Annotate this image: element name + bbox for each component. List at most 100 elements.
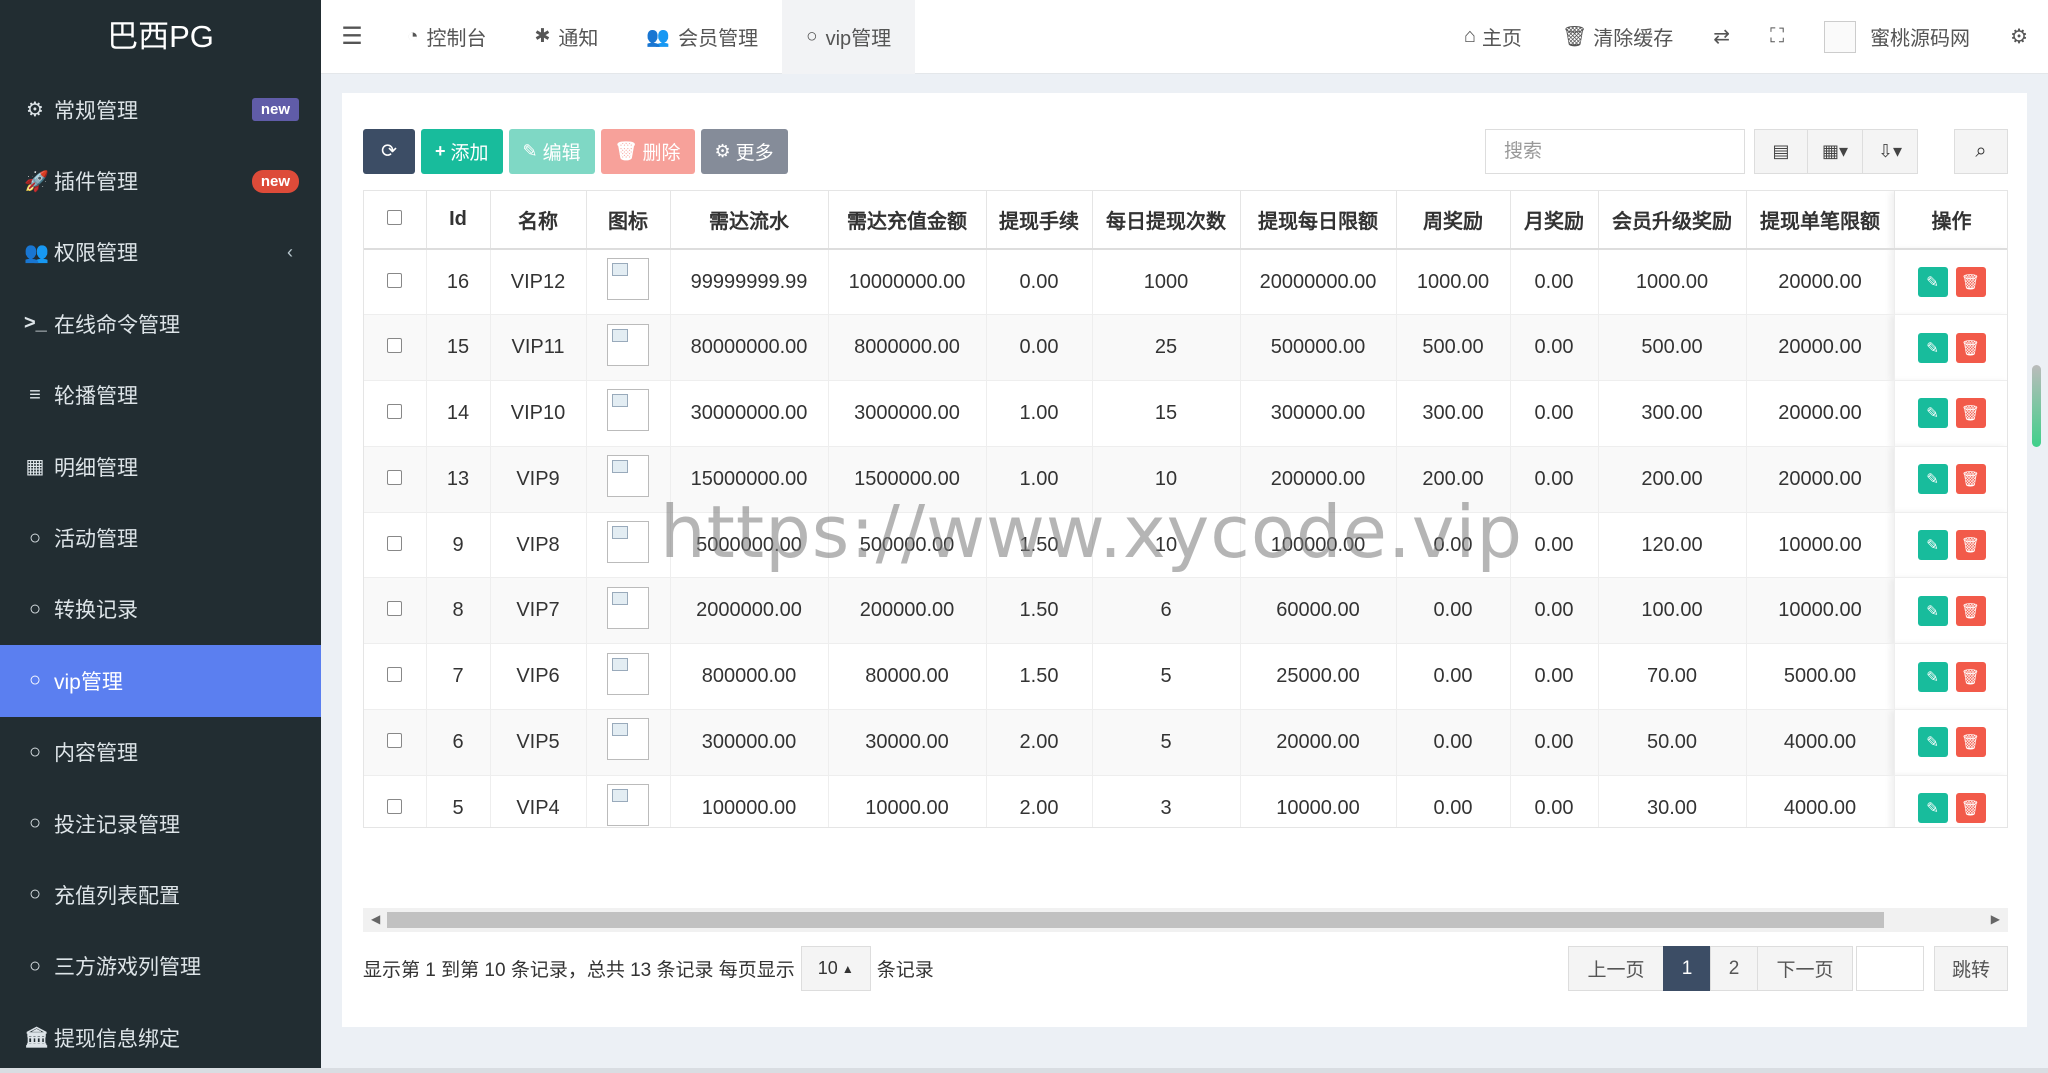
column-header[interactable]: 会员升级奖励 [1598, 191, 1747, 250]
broken-image-icon[interactable] [607, 521, 649, 564]
delete-row-trash-icon[interactable]: 🗑 [1955, 267, 1986, 298]
broken-image-icon[interactable] [607, 258, 649, 301]
delete-row-trash-icon[interactable]: 🗑 [1955, 530, 1986, 561]
home-link[interactable]: ⌂ 主页 [1444, 0, 1542, 74]
row-checkbox-cell[interactable] [364, 512, 427, 579]
jump-page-input[interactable] [1856, 946, 1924, 991]
prev-page-button[interactable]: 上一页 [1568, 946, 1664, 991]
delete-row-trash-icon[interactable]: 🗑 [1955, 793, 1986, 824]
edit-row-pencil-icon[interactable]: ✎ [1917, 793, 1948, 824]
column-header[interactable]: 每日提现次数 [1092, 191, 1241, 250]
delete-row-trash-icon[interactable]: 🗑 [1955, 727, 1986, 758]
page-2-button[interactable]: 2 [1710, 946, 1758, 991]
columns-dropdown-icon[interactable]: ▦▾ [1807, 129, 1863, 174]
export-dropdown-icon[interactable]: ⇩▾ [1862, 129, 1918, 174]
row-checkbox-cell[interactable] [364, 577, 427, 645]
sidebar-item[interactable]: ○ 三方游戏列管理 [0, 931, 321, 1002]
user-menu[interactable]: 蜜桃源码网 [1804, 0, 1990, 74]
clear-cache-button[interactable]: 🗑 清除缓存 [1542, 0, 1693, 74]
broken-image-icon[interactable] [607, 718, 649, 761]
page-1-button[interactable]: 1 [1663, 946, 1711, 991]
table-row[interactable]: 15 VIP11 80000000.00 8000000.00 0.00 25 500000… [364, 314, 2007, 382]
table-row[interactable]: 9 VIP8 5000000.00 500000.00 1.50 10 100000.00 0… [364, 512, 2007, 579]
settings-gear-icon[interactable]: ⚙ [1990, 0, 2048, 74]
sidebar-item[interactable]: ○ 充值列表配置 [0, 859, 321, 930]
sidebar-item[interactable]: ○ 内容管理 [0, 717, 321, 788]
delete-button[interactable]: 🗑 删除 [600, 129, 695, 174]
page-size-dropdown[interactable]: 10 ▲ [800, 946, 871, 991]
vertical-scrollbar[interactable] [2032, 365, 2041, 447]
edit-row-pencil-icon[interactable]: ✎ [1917, 727, 1948, 758]
more-button[interactable]: ⚙ 更多 [700, 129, 788, 174]
edit-row-pencil-icon[interactable]: ✎ [1917, 595, 1948, 626]
delete-row-trash-icon[interactable]: 🗑 [1955, 464, 1986, 495]
select-all-checkbox-cell[interactable] [364, 191, 427, 250]
column-header[interactable]: 需达充值金额 [828, 191, 987, 250]
row-checkbox[interactable] [387, 338, 403, 354]
sidebar-item[interactable]: 🚀 插件管理 new [0, 145, 321, 216]
row-checkbox[interactable] [387, 732, 403, 748]
column-header[interactable]: Id [426, 191, 491, 250]
row-checkbox-cell[interactable] [364, 380, 427, 447]
column-header[interactable]: 月奖励 [1510, 191, 1599, 250]
delete-row-trash-icon[interactable]: 🗑 [1955, 595, 1986, 626]
broken-image-icon[interactable] [607, 323, 649, 366]
delete-row-trash-icon[interactable]: 🗑 [1955, 661, 1986, 692]
column-header[interactable]: 操作 [1894, 191, 2007, 250]
refresh-button[interactable]: ⟳ [363, 129, 415, 174]
table-row[interactable]: 16 VIP12 99999999.99 10000000.00 0.00 1000 200… [364, 249, 2007, 316]
sidebar-item[interactable]: ○ vip管理 [0, 645, 321, 717]
add-button[interactable]: + 添加 [421, 129, 503, 174]
table-row[interactable]: 14 VIP10 30000000.00 3000000.00 1.00 15 300000… [364, 380, 2007, 447]
edit-row-pencil-icon[interactable]: ✎ [1917, 267, 1948, 298]
broken-image-icon[interactable] [607, 652, 649, 695]
edit-row-pencil-icon[interactable]: ✎ [1917, 530, 1948, 561]
search-button-icon[interactable]: ⌕ [1954, 129, 2008, 174]
column-header[interactable]: 周奖励 [1396, 191, 1511, 250]
column-header[interactable]: 需达流水 [670, 191, 829, 250]
top-tab[interactable]: ◔ 控制台 [383, 0, 510, 74]
top-tab[interactable]: ✱ 通知 [510, 0, 622, 74]
row-checkbox[interactable] [387, 403, 403, 419]
row-checkbox[interactable] [387, 272, 403, 288]
row-checkbox-cell[interactable] [364, 314, 427, 382]
row-checkbox[interactable] [387, 535, 403, 551]
top-tab[interactable]: 👥 会员管理 [622, 0, 782, 74]
jump-button[interactable]: 跳转 [1934, 946, 2008, 991]
sidebar-item[interactable]: 🏛 提现信息绑定 [0, 1002, 321, 1073]
column-header[interactable]: 名称 [490, 191, 587, 250]
brand-logo[interactable]: 巴西PG [0, 0, 321, 74]
edit-row-pencil-icon[interactable]: ✎ [1917, 332, 1948, 363]
next-page-button[interactable]: 下一页 [1757, 946, 1853, 991]
table-row[interactable]: 13 VIP9 15000000.00 1500000.00 1.00 10 200000.… [364, 446, 2007, 513]
row-checkbox-cell[interactable] [364, 249, 427, 316]
sidebar-item[interactable]: ○ 投注记录管理 [0, 788, 321, 859]
top-tab[interactable]: ○ vip管理 [782, 0, 916, 74]
search-input[interactable]: 搜索 [1485, 129, 1745, 174]
broken-image-icon[interactable] [607, 784, 649, 827]
sidebar-item[interactable]: ≡ 轮播管理 [0, 360, 321, 431]
column-header[interactable]: 提现每日限额 [1240, 191, 1397, 250]
sidebar-item[interactable]: ▦ 明细管理 [0, 431, 321, 502]
sidebar-item[interactable]: ⚙ 常规管理 new [0, 74, 321, 145]
table-row[interactable]: 8 VIP7 2000000.00 200000.00 1.50 6 60000.00 0.0… [364, 577, 2007, 645]
row-checkbox[interactable] [387, 469, 403, 485]
sidebar-item[interactable]: ○ 活动管理 [0, 502, 321, 573]
fullscreen-icon[interactable]: ⛶ [1750, 0, 1804, 74]
sidebar-item[interactable]: ○ 转换记录 [0, 574, 321, 645]
sidebar-item[interactable]: 👥 权限管理 ‹ [0, 217, 321, 288]
sidebar-item[interactable]: >_ 在线命令管理 [0, 288, 321, 359]
translate-icon[interactable]: ⇄ [1693, 0, 1750, 74]
horizontal-scrollbar[interactable]: ◀ ▶ [363, 908, 2008, 932]
column-header[interactable]: 提现单笔限额 [1746, 191, 1895, 250]
broken-image-icon[interactable] [607, 389, 649, 432]
scrollbar-thumb[interactable] [387, 912, 1884, 928]
row-checkbox-cell[interactable] [364, 775, 427, 827]
scroll-right-icon[interactable]: ▶ [1991, 912, 2000, 926]
edit-button[interactable]: ✎ 编辑 [508, 129, 595, 174]
toggle-view-icon[interactable]: ▤ [1754, 129, 1808, 174]
scroll-left-icon[interactable]: ◀ [371, 912, 380, 926]
column-header[interactable]: 提现手续 [986, 191, 1093, 250]
table-row[interactable]: 5 VIP4 100000.00 10000.00 2.00 3 10000.00 0.00 0… [364, 775, 2007, 827]
row-checkbox[interactable] [387, 601, 403, 617]
